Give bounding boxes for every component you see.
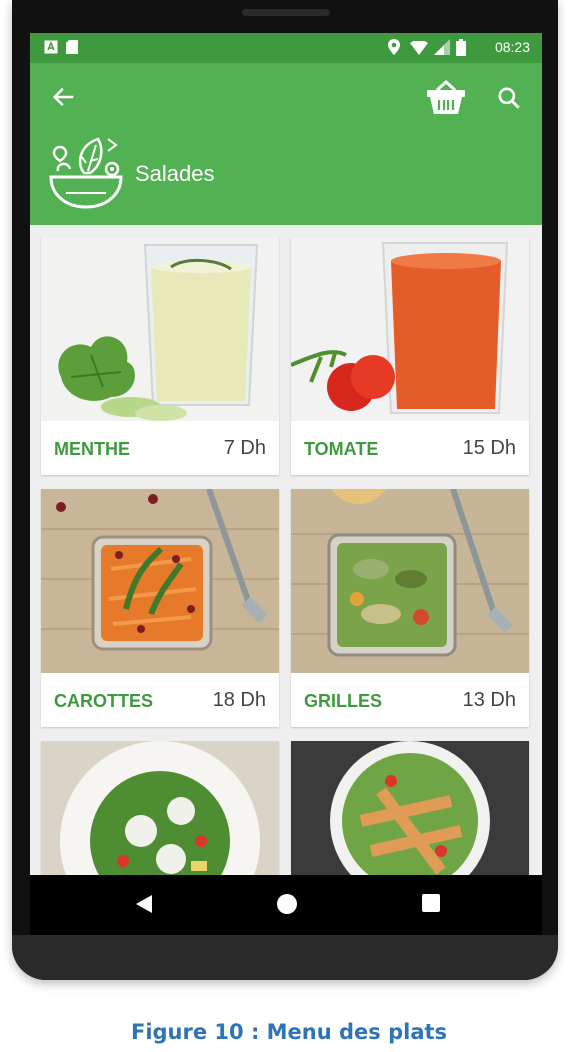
product-footer: GRILLES 13 Dh: [291, 673, 529, 727]
product-card-grilles[interactable]: GRILLES 13 Dh: [291, 489, 529, 727]
navigation-bar: [30, 875, 542, 935]
product-image: [291, 489, 529, 673]
product-image: [291, 237, 529, 421]
product-image: [41, 489, 279, 673]
product-image: [41, 237, 279, 421]
basket-icon[interactable]: [424, 80, 468, 116]
phone-speaker: [242, 9, 330, 16]
product-name: GRILLES: [304, 691, 383, 711]
product-footer: TOMATE 15 Dh: [291, 421, 529, 475]
wifi-icon: [410, 41, 428, 55]
sd-card-icon: [66, 40, 78, 54]
category-title: Salades: [135, 161, 215, 186]
battery-icon: [456, 39, 466, 56]
notification-icon: [44, 40, 58, 54]
product-card-tomate[interactable]: TOMATE 15 Dh: [291, 237, 529, 475]
product-name: MENTHE: [54, 439, 130, 459]
product-card-partial-1[interactable]: [41, 741, 279, 875]
product-price: 18 Dh: [212, 689, 266, 711]
location-icon: [388, 39, 400, 55]
product-price: 13 Dh: [462, 689, 516, 711]
product-name: TOMATE: [304, 439, 379, 459]
arrow-left-icon[interactable]: [50, 83, 78, 111]
status-bar: 08:23: [30, 33, 542, 63]
product-price: 15 Dh: [462, 437, 516, 459]
status-time: 08:23: [494, 39, 530, 55]
product-footer: CAROTTES 18 Dh: [41, 673, 279, 727]
salad-bowl-icon: [49, 137, 123, 209]
figure-caption: Figure 10 : Menu des plats: [130, 1020, 448, 1044]
product-image: [291, 741, 529, 875]
search-icon[interactable]: [496, 85, 522, 111]
phone-bottom-edge: [12, 935, 558, 980]
product-price: 7 Dh: [223, 437, 266, 459]
product-card-carottes[interactable]: CAROTTES 18 Dh: [41, 489, 279, 727]
nav-back-icon[interactable]: [134, 893, 154, 915]
app-screen: 08:23 Salades MENTHE 7 Dh TOMATE 15 Dh C…: [30, 33, 542, 875]
product-name: CAROTTES: [54, 691, 153, 711]
product-card-menthe[interactable]: MENTHE 7 Dh: [41, 237, 279, 475]
product-image: [41, 741, 279, 875]
product-card-partial-2[interactable]: [291, 741, 529, 875]
nav-home-icon[interactable]: [276, 893, 298, 915]
app-bar: Salades: [30, 63, 542, 225]
nav-recents-icon[interactable]: [421, 893, 441, 913]
cell-signal-icon: [434, 39, 450, 55]
product-footer: MENTHE 7 Dh: [41, 421, 279, 475]
